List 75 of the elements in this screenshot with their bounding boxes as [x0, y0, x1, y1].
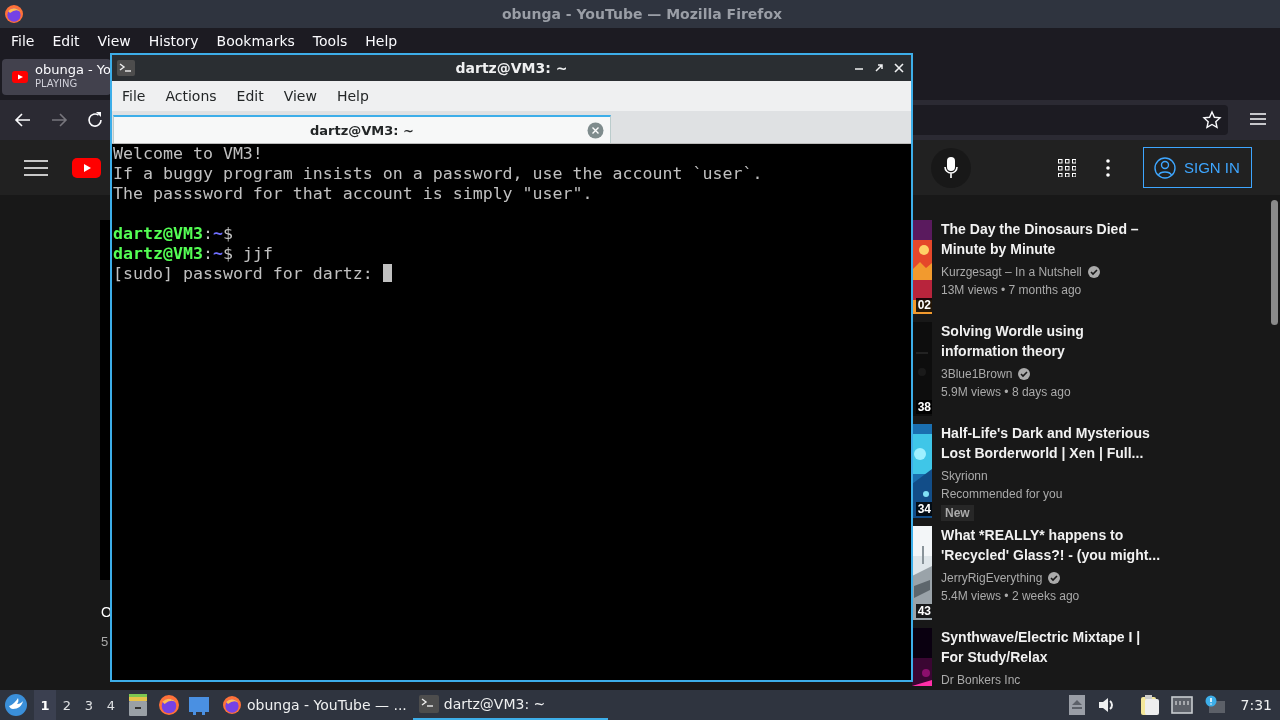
network-icon[interactable] — [1170, 696, 1193, 714]
back-icon[interactable] — [14, 111, 32, 129]
new-badge: New — [941, 505, 974, 521]
account-icon — [1154, 156, 1176, 179]
menu-item[interactable]: Actions — [156, 85, 226, 107]
menu-item[interactable]: History — [139, 31, 208, 51]
shell-prompt: dartz@VM3:~$ jjf — [113, 244, 273, 263]
video-meta: 5.9M views • 8 days ago — [941, 384, 1072, 401]
workspace-button[interactable]: 4 — [100, 690, 122, 720]
video-meta: 5 — [101, 634, 110, 649]
maximize-icon[interactable] — [873, 62, 885, 74]
notification-icon[interactable] — [1204, 695, 1225, 715]
firefox-icon — [4, 4, 24, 24]
video-meta: 5.4M views • 2 weeks ago — [941, 588, 1081, 605]
youtube-logo-icon[interactable] — [72, 157, 101, 178]
menu-item[interactable]: Edit — [43, 31, 89, 51]
terminal-text: Welcome to VM3! — [113, 144, 263, 163]
menu-item[interactable]: Tools — [303, 31, 357, 51]
menu-item[interactable]: Bookmarks — [207, 31, 304, 51]
forward-icon — [50, 111, 68, 129]
firefox-icon[interactable] — [158, 694, 180, 716]
star-icon[interactable] — [1202, 110, 1222, 130]
menu-item[interactable]: Help — [327, 85, 378, 107]
channel-name[interactable]: Skyrionn — [941, 467, 988, 485]
terminal-text: [sudo] password for dartz: — [113, 264, 373, 283]
terminal-tab[interactable]: dartz@VM3: ~ — [113, 115, 611, 143]
clipboard-icon[interactable] — [1140, 695, 1159, 715]
workspace-button[interactable]: 3 — [78, 690, 100, 720]
workspace-button[interactable]: 1 — [34, 690, 56, 720]
video-meta: 13M views • 7 months ago — [941, 282, 1083, 299]
reload-icon[interactable] — [86, 111, 104, 129]
close-icon[interactable] — [893, 62, 905, 74]
clock[interactable]: 7:31 — [1240, 697, 1272, 713]
video-title[interactable]: What *REALLY* happens to 'Recycled' Glass?! - (you might... — [941, 525, 1161, 565]
taskbar-task[interactable]: obunga - YouTube — ... — [216, 690, 413, 720]
channel-name[interactable]: Dr Bonkers Inc — [941, 671, 1021, 689]
terminal-text: If a buggy program insists on a password, use the account `user`. — [113, 164, 763, 183]
shell-prompt: dartz@VM3:~$ — [113, 224, 233, 243]
more-icon[interactable] — [1106, 158, 1110, 177]
channel-name[interactable]: Kurzgesagt – In a Nutshell — [941, 263, 1082, 281]
desktop-icon[interactable] — [188, 695, 210, 715]
youtube-icon — [12, 71, 28, 83]
video-title[interactable]: The Day the Dinosaurs Died – Minute by Minute — [941, 219, 1161, 259]
apps-grid-icon[interactable] — [1058, 158, 1076, 177]
menu-item[interactable]: Help — [356, 31, 407, 51]
terminal-icon — [418, 695, 439, 713]
menu-item[interactable]: File — [2, 31, 44, 51]
menu-item[interactable]: View — [274, 85, 326, 107]
sign-in-button[interactable]: SIGN IN — [1143, 147, 1252, 188]
menu-icon[interactable] — [24, 158, 48, 177]
video-meta: Recommended for you — [941, 486, 1064, 503]
firefox-icon — [222, 695, 242, 715]
start-menu-icon[interactable] — [4, 693, 28, 717]
window-title: dartz@VM3: ~ — [455, 60, 568, 76]
terminal-icon — [117, 60, 135, 76]
file-manager-icon[interactable] — [128, 694, 148, 716]
menu-item[interactable]: File — [113, 85, 155, 107]
video-title[interactable]: Solving Wordle using information theory — [941, 321, 1161, 361]
video-title[interactable]: Synthwave/Electric Mixtape I | For Study/Relax — [941, 627, 1161, 667]
menu-item[interactable]: Edit — [227, 85, 273, 107]
channel-name[interactable]: JerryRigEverything — [941, 569, 1043, 587]
window-title: obunga - YouTube — Mozilla Firefox — [501, 6, 783, 22]
terminal-text: The passsword for that account is simply "user". — [113, 184, 593, 203]
workspace-button[interactable]: 2 — [56, 690, 78, 720]
channel-name[interactable]: 3Blue1Brown — [941, 365, 1013, 383]
taskbar-task[interactable]: dartz@VM3: ~ — [412, 690, 608, 720]
menu-item[interactable]: View — [88, 31, 140, 51]
eject-icon[interactable] — [1068, 695, 1085, 715]
video-title[interactable]: Half-Life's Dark and Mysterious Lost Borderworld | Xen | Full... — [941, 423, 1161, 463]
microphone-button[interactable] — [931, 147, 971, 188]
menu-icon[interactable] — [1250, 111, 1266, 126]
browser-tab[interactable]: obunga - Yo PLAYING — [2, 59, 111, 95]
video-player[interactable] — [100, 220, 111, 580]
scrollbar-thumb[interactable] — [1271, 200, 1278, 325]
microphone-icon — [944, 156, 958, 179]
